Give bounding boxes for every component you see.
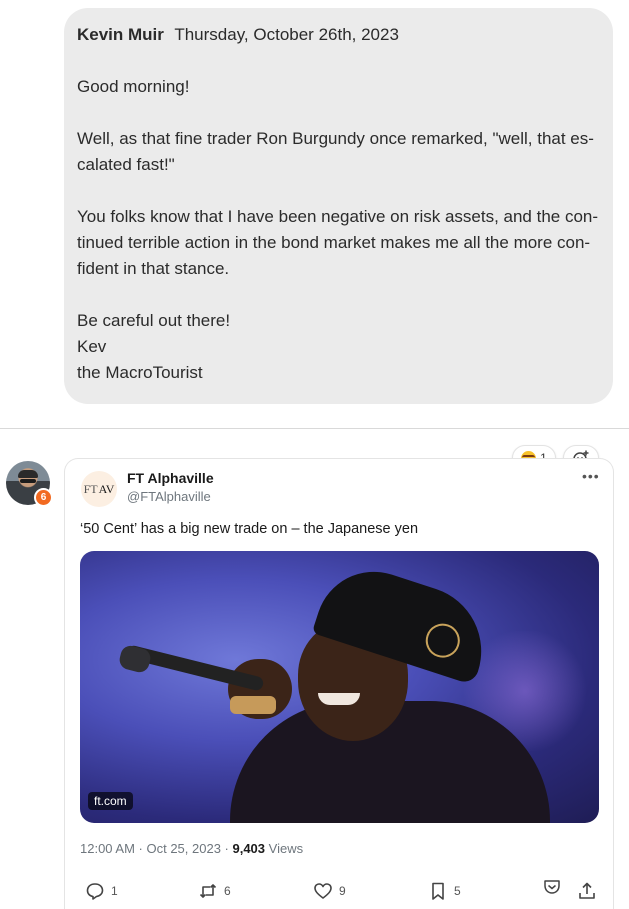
- more-options-icon[interactable]: •••: [582, 468, 600, 484]
- message-line: You folks know that I have been negative…: [77, 207, 599, 226]
- bookmark-button[interactable]: 5: [428, 881, 461, 901]
- tweet-actions: 1 6 9 5: [80, 880, 605, 905]
- avatar-badge: 6: [34, 488, 53, 507]
- share-icon: [579, 882, 595, 899]
- retweet-count: 6: [224, 884, 231, 898]
- heart-icon: [314, 883, 332, 899]
- account-name[interactable]: FT Alphaville: [127, 470, 214, 486]
- logo-text: FT: [83, 481, 98, 496]
- image-figure-watch: [230, 696, 276, 714]
- image-figure-smile: [318, 693, 360, 705]
- tweet-meta: 12:00 AM · Oct 25, 2023 · 9,403 Views: [80, 841, 303, 856]
- pocket-icon: [544, 880, 560, 894]
- views-count: 9,403: [232, 841, 266, 856]
- avatar-cap: [18, 470, 38, 478]
- avatar-glasses: [20, 479, 36, 483]
- retweet-button[interactable]: 6: [198, 881, 231, 901]
- message-paragraph-1: Well, as that fine trader Ron Burgundy o…: [77, 126, 599, 178]
- bookmark-icon: [432, 882, 444, 900]
- tweet-timestamp[interactable]: 12:00 AM · Oct 25, 2023 ·: [80, 841, 232, 856]
- message-bubble: Kevin Muir Thursday, October 26th, 2023 …: [64, 8, 613, 404]
- tweet-text: ‘50 Cent’ has a big new trade on – the J…: [80, 521, 419, 537]
- message-line: tinued terrible action in the bond marke…: [77, 233, 591, 252]
- retweet-icon: [199, 884, 217, 898]
- ft-alphaville-logo[interactable]: FT AV: [81, 471, 117, 507]
- save-to-pocket-button[interactable]: [542, 877, 562, 897]
- share-button[interactable]: [577, 881, 597, 901]
- reply-button[interactable]: 1: [85, 881, 118, 901]
- account-handle[interactable]: @FTAlphaville: [127, 489, 211, 504]
- message-author[interactable]: Kevin Muir: [77, 25, 164, 44]
- reply-count: 1: [111, 884, 118, 898]
- message-date: Thursday, October 26th, 2023: [174, 25, 399, 44]
- embedded-tweet[interactable]: FT AV FT Alphaville @FTAlphaville ‘50 Cen…: [64, 458, 614, 909]
- message-header: Kevin Muir Thursday, October 26th, 2023: [77, 22, 599, 48]
- reply-icon: [86, 883, 104, 900]
- message-line: fident in that stance.: [77, 259, 230, 278]
- logo-text: AV: [98, 481, 115, 496]
- image-source-tag[interactable]: ft.com: [88, 792, 133, 810]
- message-line: Be careful out there!: [77, 311, 231, 330]
- message-line: calated fast!": [77, 155, 175, 174]
- message-line: Well, as that fine trader Ron Burgundy o…: [77, 129, 594, 148]
- like-count: 9: [339, 884, 346, 898]
- message-greeting: Good morning!: [77, 77, 190, 96]
- message-line: the MacroTourist: [77, 363, 203, 382]
- tweet-image[interactable]: ft.com: [80, 551, 599, 823]
- views-label: Views: [265, 841, 304, 856]
- message-line: Kev: [77, 337, 107, 356]
- bookmark-count: 5: [454, 884, 461, 898]
- message-paragraph-2: You folks know that I have been negative…: [77, 204, 599, 282]
- message-signoff: Be careful out there! Kev the MacroTouri…: [77, 308, 599, 386]
- divider: [0, 428, 629, 429]
- like-button[interactable]: 9: [313, 881, 346, 901]
